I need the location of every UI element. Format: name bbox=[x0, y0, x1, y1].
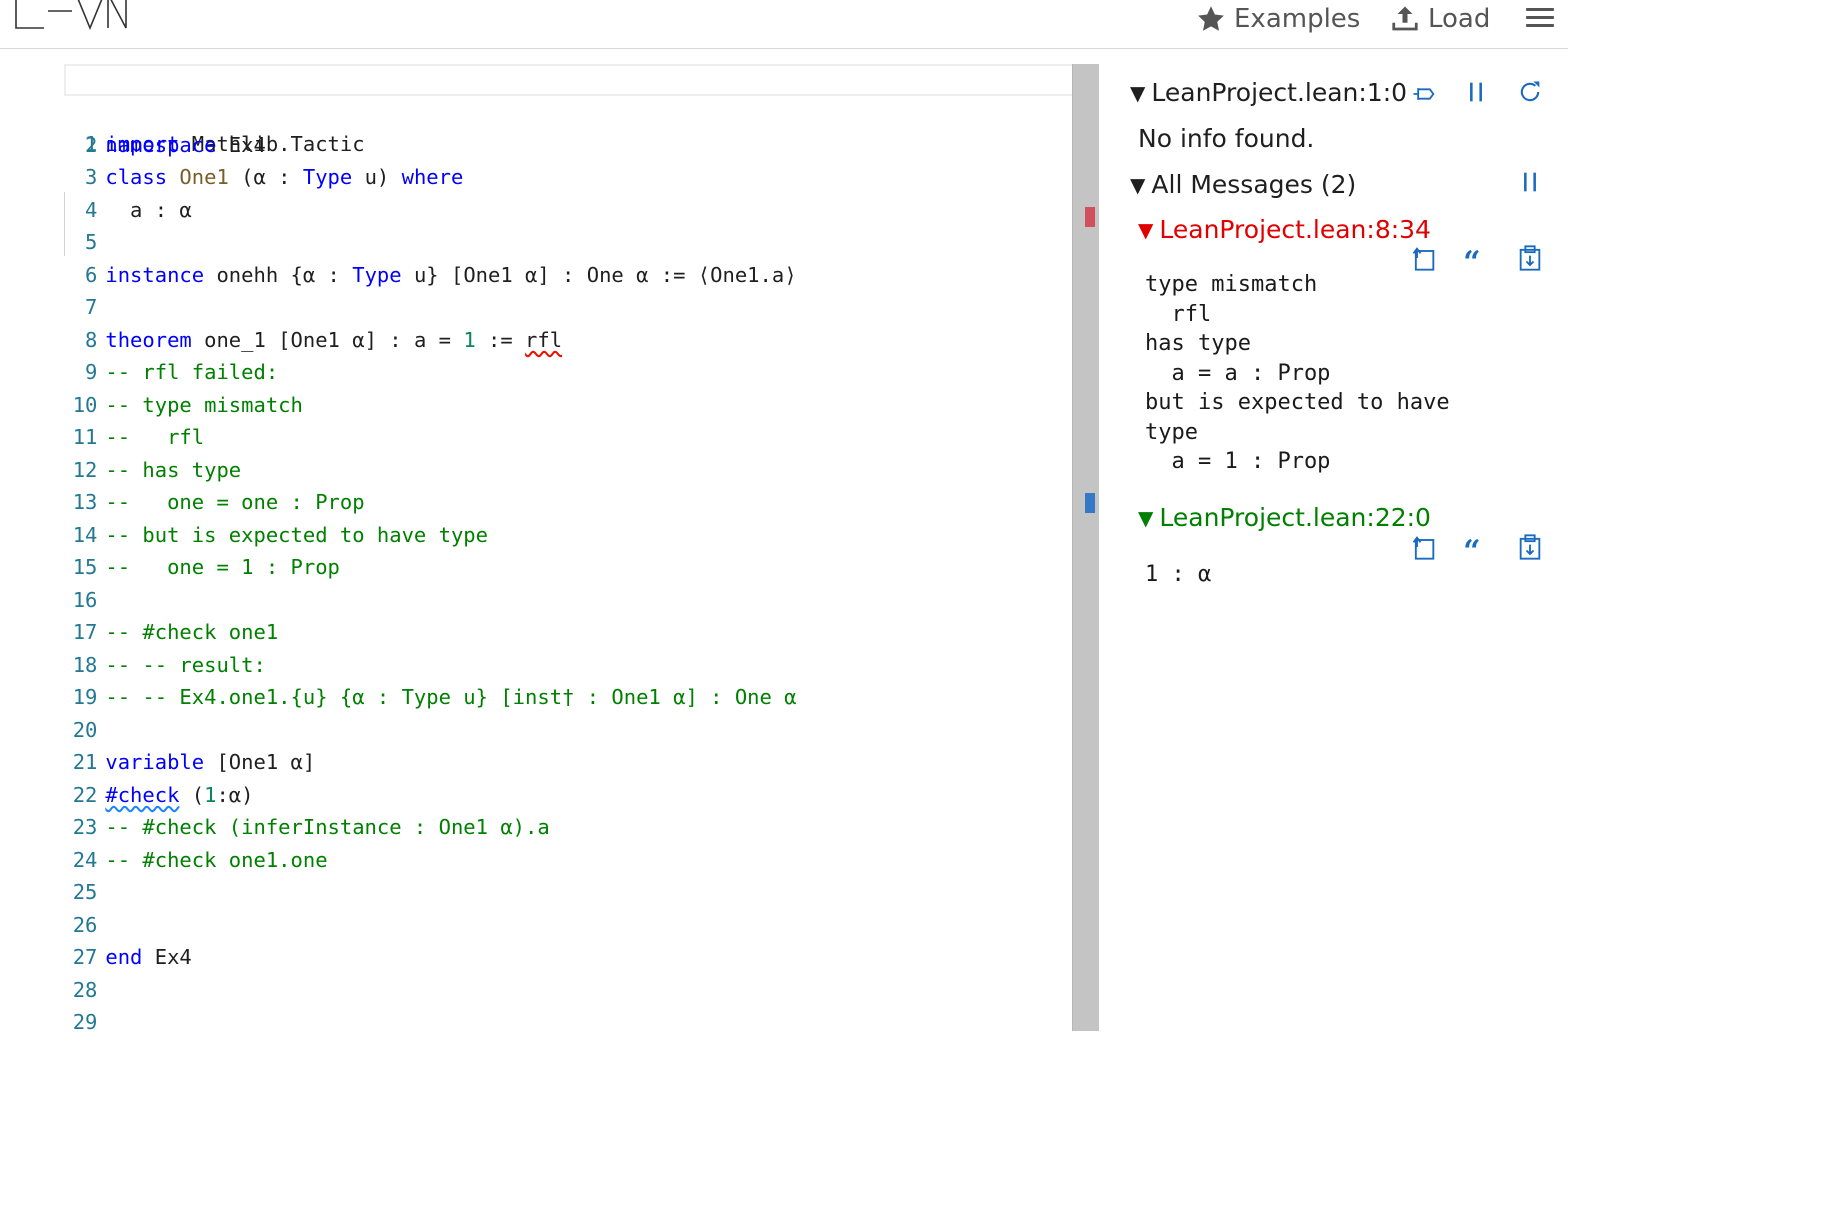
collapse-triangle-icon[interactable]: ▼ bbox=[1130, 81, 1145, 105]
collapse-triangle-icon[interactable]: ▼ bbox=[1138, 218, 1153, 242]
code-line: 25 bbox=[72, 880, 98, 904]
code-line: 1 import Mathlib.Tactic bbox=[0, 64, 1072, 156]
hamburger-menu-icon[interactable] bbox=[1526, 4, 1554, 32]
code-line: 15 -- one = 1 : Prop bbox=[72, 555, 340, 579]
info-message-header[interactable]: ▼ LeanProject.lean:22:0 bbox=[1138, 503, 1431, 532]
error-message-header[interactable]: ▼ LeanProject.lean:8:34 bbox=[1138, 215, 1431, 244]
code-line: 19 -- -- Ex4.one1.{u} {α : Type u} [inst†… bbox=[72, 685, 797, 709]
code-line: 26 bbox=[72, 912, 98, 937]
code-editor[interactable]: 1 import Mathlib.Tactic 2 namespace Ex4 3c… bbox=[0, 64, 1072, 1031]
svg-text:“: “ bbox=[1463, 245, 1480, 272]
all-messages-header[interactable]: ▼ All Messages (2) bbox=[1130, 170, 1356, 199]
current-line-highlight bbox=[64, 64, 1072, 96]
info-message-body: 1 : α bbox=[1145, 562, 1212, 587]
editor-scrollbar[interactable] bbox=[1072, 64, 1099, 1031]
code-line: 13 -- one = one : Prop bbox=[72, 490, 365, 514]
top-bar: Examples Load bbox=[0, 0, 1568, 49]
error-location-link[interactable]: LeanProject.lean:8:34 bbox=[1159, 215, 1431, 244]
code-line: 9 -- rfl failed: bbox=[85, 360, 279, 384]
code-line: 17 -- #check one1 bbox=[72, 620, 279, 644]
code-line: 6 instance onehh {α : Type u} [One1 α] : … bbox=[85, 262, 797, 287]
error-marker[interactable] bbox=[1085, 207, 1095, 227]
code-line: 20 bbox=[72, 717, 98, 742]
code-line: 18 -- -- result: bbox=[72, 652, 266, 677]
pin-icon[interactable] bbox=[1410, 80, 1438, 108]
pause-icon[interactable] bbox=[1516, 168, 1544, 196]
quote-icon[interactable]: “ bbox=[1462, 244, 1490, 272]
info-marker[interactable] bbox=[1085, 493, 1095, 513]
code-line: 2 namespace Ex4 bbox=[85, 132, 266, 157]
error-message-body: type mismatch rfl has type a = a : Prop … bbox=[1145, 272, 1450, 474]
code-line: 3 class One1 (α : Type u) where bbox=[85, 165, 464, 189]
code-line: 14 -- but is expected to have type bbox=[72, 522, 488, 547]
collapse-triangle-icon[interactable]: ▼ bbox=[1138, 506, 1153, 530]
code-line: 8 theorem one_1 [One1 α] : a = 1 := rfl bbox=[85, 327, 563, 352]
copy-clipboard-icon[interactable] bbox=[1516, 533, 1544, 561]
examples-menu[interactable]: Examples bbox=[1196, 2, 1360, 36]
collapse-triangle-icon[interactable]: ▼ bbox=[1130, 173, 1145, 197]
no-info-text: No info found. bbox=[1138, 124, 1315, 153]
code-line: 11 -- rfl bbox=[72, 425, 205, 449]
code-line: 21 variable [One1 α] bbox=[72, 750, 316, 774]
code-line: 27 end Ex4 bbox=[72, 945, 192, 969]
goto-location-icon[interactable] bbox=[1410, 244, 1438, 272]
code-line: 24 -- #check one1.one bbox=[72, 847, 328, 872]
star-icon bbox=[1198, 6, 1224, 31]
quote-icon[interactable]: “ bbox=[1462, 533, 1490, 561]
refresh-icon[interactable] bbox=[1516, 78, 1544, 106]
infoview-panel: ▼ LeanProject.lean:1:0 No info found. ▼ … bbox=[1098, 64, 1568, 1031]
pause-icon[interactable] bbox=[1462, 78, 1490, 106]
goto-location-icon[interactable] bbox=[1410, 533, 1438, 561]
upload-icon bbox=[1392, 6, 1418, 31]
lean-logo[interactable] bbox=[14, 0, 128, 30]
code-line: 29 bbox=[72, 1010, 98, 1031]
info-location-link[interactable]: LeanProject.lean:22:0 bbox=[1159, 503, 1431, 532]
code-line: 10 -- type mismatch bbox=[72, 392, 303, 417]
code-line: 23 -- #check (inferInstance : One1 α).a bbox=[72, 815, 550, 839]
code-line: 4 a : α bbox=[85, 197, 192, 222]
code-line: 12 -- has type bbox=[72, 457, 242, 482]
goal-section-header[interactable]: ▼ LeanProject.lean:1:0 bbox=[1130, 78, 1407, 107]
code-line: 7 bbox=[85, 295, 98, 319]
load-label: Load bbox=[1428, 4, 1491, 34]
code-line: 22 #check (1:α) bbox=[72, 782, 254, 807]
goal-location: LeanProject.lean:1:0 bbox=[1151, 78, 1408, 107]
load-menu[interactable]: Load bbox=[1390, 2, 1490, 36]
examples-label: Examples bbox=[1234, 4, 1361, 34]
code-line: 28 bbox=[72, 977, 98, 1002]
code-line: 16 bbox=[72, 587, 98, 612]
code-line: 5 bbox=[85, 230, 98, 254]
copy-clipboard-icon[interactable] bbox=[1516, 244, 1544, 272]
svg-text:“: “ bbox=[1463, 534, 1480, 561]
all-messages-label: All Messages (2) bbox=[1151, 170, 1357, 199]
